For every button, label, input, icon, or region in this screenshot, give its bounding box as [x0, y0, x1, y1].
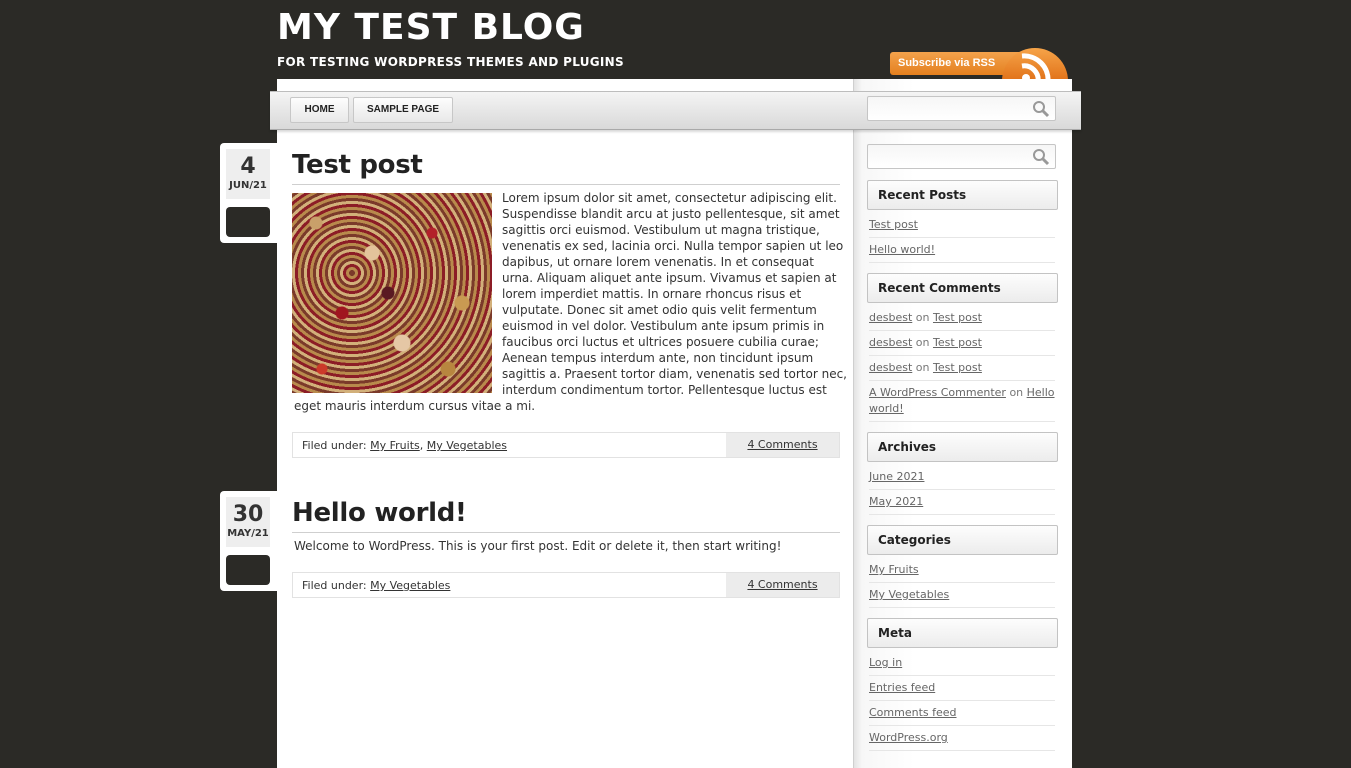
- post-excerpt-line: euismod in vel dolor. Vestibulum ante ip…: [502, 319, 825, 333]
- sidebar-search: [867, 144, 1056, 169]
- post-date-month: MAY/21: [227, 528, 269, 539]
- post-excerpt-line: interdum condimentum tortor. Pellentesqu…: [502, 383, 827, 397]
- recent-post-link[interactable]: Test post: [869, 218, 918, 231]
- list-item: My Fruits: [869, 562, 1055, 583]
- widget-title-recent-posts: Recent Posts: [867, 180, 1058, 210]
- widget-title-recent-comments: Recent Comments: [867, 273, 1058, 303]
- post-date-month: JUN/21: [229, 180, 267, 191]
- list-item: Hello world!: [869, 242, 1055, 263]
- divider: [292, 532, 840, 533]
- post-excerpt: Lorem ipsum dolor sit amet, consectetur …: [502, 190, 847, 398]
- post-excerpt-line: vulputate. Donec sit amet odio quis veli…: [502, 303, 817, 317]
- list-item: Log in: [869, 655, 1055, 676]
- comment-author-link[interactable]: desbest: [869, 336, 912, 349]
- post-date-day: 4: [240, 154, 256, 179]
- post-excerpt-line: faucibus orci luctus et ultrices posuere…: [502, 335, 819, 349]
- post-excerpt-last-line: eget mauris interdum cursus vitae a mi.: [294, 399, 536, 413]
- post-title[interactable]: Hello world!: [292, 498, 467, 528]
- list-item: Entries feed: [869, 680, 1055, 701]
- nav-tab-home[interactable]: HOME: [290, 97, 349, 123]
- post-excerpt-line: sagittis orci euismod. Vestibulum ut mag…: [502, 223, 820, 237]
- post-body: Welcome to WordPress. This is your first…: [294, 539, 782, 553]
- main-navigation: HOME SAMPLE PAGE: [270, 91, 1081, 130]
- archive-link[interactable]: May 2021: [869, 495, 923, 508]
- comments-box: 4 Comments: [726, 433, 839, 457]
- widget-title-meta: Meta: [867, 618, 1058, 648]
- post-title[interactable]: Test post: [292, 150, 423, 180]
- comment-author-link[interactable]: A WordPress Commenter: [869, 386, 1006, 399]
- site-tagline: FOR TESTING WORDPRESS THEMES AND PLUGINS: [277, 55, 624, 69]
- meta-link-entries-feed[interactable]: Entries feed: [869, 681, 935, 694]
- list-item: A WordPress Commenter on Hello world!: [869, 385, 1055, 422]
- post-excerpt-line: urna. Aliquam aliquet ante ipsum. Vivamu…: [502, 271, 837, 285]
- list-item: Test post: [869, 217, 1055, 238]
- meta-link-comments-feed[interactable]: Comments feed: [869, 706, 957, 719]
- comments-link[interactable]: 4 Comments: [747, 578, 817, 591]
- comment-author-link[interactable]: desbest: [869, 311, 912, 324]
- post-excerpt-line: dapibus, ut ornare lorem venenatis. In e…: [502, 255, 814, 269]
- post-excerpt-line: Aenean tempus interdum ante, non tincidu…: [502, 351, 814, 365]
- comment-author-link[interactable]: desbest: [869, 361, 912, 374]
- on-label: on: [915, 361, 930, 374]
- meta-link-login[interactable]: Log in: [869, 656, 902, 669]
- widget-title-archives: Archives: [867, 432, 1058, 462]
- rss-icon[interactable]: [1002, 48, 1068, 82]
- divider: [292, 184, 840, 185]
- category-link[interactable]: My Fruits: [869, 563, 919, 576]
- list-item: Comments feed: [869, 705, 1055, 726]
- archive-link[interactable]: June 2021: [869, 470, 924, 483]
- list-item: desbest on Test post: [869, 360, 1055, 381]
- category-link-my-fruits[interactable]: My Fruits: [370, 439, 420, 452]
- post-excerpt-line: venenatis ex sed, lacinia orci. Nulla te…: [502, 239, 844, 253]
- post-excerpt-line: lorem imperdiet mattis. In ornare rhoncu…: [502, 287, 802, 301]
- list-item: June 2021: [869, 469, 1055, 490]
- on-label: on: [1009, 386, 1024, 399]
- post-excerpt-line: Lorem ipsum dolor sit amet, consectetur …: [502, 191, 837, 205]
- post-categories: Filed under: My Vegetables: [302, 579, 450, 592]
- post-meta: Filed under: My Fruits, My Vegetables 4 …: [292, 432, 840, 458]
- list-item: My Vegetables: [869, 587, 1055, 608]
- site-title[interactable]: MY TEST BLOG: [277, 8, 585, 48]
- nav-tab-sample-page[interactable]: SAMPLE PAGE: [353, 97, 453, 123]
- post-categories: Filed under: My Fruits, My Vegetables: [302, 439, 508, 452]
- comment-post-link[interactable]: Test post: [933, 361, 982, 374]
- post-date-badge: 30 MAY/21: [220, 491, 277, 591]
- post-excerpt-line: Suspendisse blandit arcu at justo pellen…: [502, 207, 840, 221]
- category-link-my-vegetables[interactable]: My Vegetables: [370, 579, 450, 592]
- comment-post-link[interactable]: Test post: [933, 311, 982, 324]
- list-item: May 2021: [869, 494, 1055, 515]
- list-item: desbest on Test post: [869, 335, 1055, 356]
- recent-post-link[interactable]: Hello world!: [869, 243, 935, 256]
- list-item: WordPress.org: [869, 730, 1055, 751]
- list-item: desbest on Test post: [869, 310, 1055, 331]
- sidebar-search-input[interactable]: [871, 147, 1025, 168]
- header-search: [867, 96, 1056, 121]
- post-featured-image[interactable]: [292, 193, 492, 393]
- search-icon[interactable]: [1032, 148, 1050, 170]
- comment-count-bubble[interactable]: [226, 555, 270, 585]
- filed-under-label: Filed under:: [302, 579, 367, 592]
- rss-subscribe-link[interactable]: Subscribe via RSS: [890, 48, 1070, 82]
- post-meta: Filed under: My Vegetables 4 Comments: [292, 572, 840, 598]
- comments-box: 4 Comments: [726, 573, 839, 597]
- comments-link[interactable]: 4 Comments: [747, 438, 817, 451]
- comment-post-link[interactable]: Test post: [933, 336, 982, 349]
- category-link[interactable]: My Vegetables: [869, 588, 949, 601]
- on-label: on: [915, 311, 930, 324]
- post-date-badge: 4 JUN/21: [220, 143, 277, 243]
- search-icon[interactable]: [1032, 100, 1050, 122]
- comment-count-bubble[interactable]: [226, 207, 270, 237]
- widget-title-categories: Categories: [867, 525, 1058, 555]
- category-link-my-vegetables[interactable]: My Vegetables: [427, 439, 507, 452]
- rss-subscribe-label[interactable]: Subscribe via RSS: [890, 52, 1020, 75]
- meta-link-wordpress-org[interactable]: WordPress.org: [869, 731, 948, 744]
- post-excerpt-line: sagittis a. Praesent tortor diam, venena…: [502, 367, 847, 381]
- on-label: on: [915, 336, 930, 349]
- post-date-day: 30: [232, 502, 264, 527]
- header-search-input[interactable]: [871, 99, 1025, 120]
- filed-under-label: Filed under:: [302, 439, 367, 452]
